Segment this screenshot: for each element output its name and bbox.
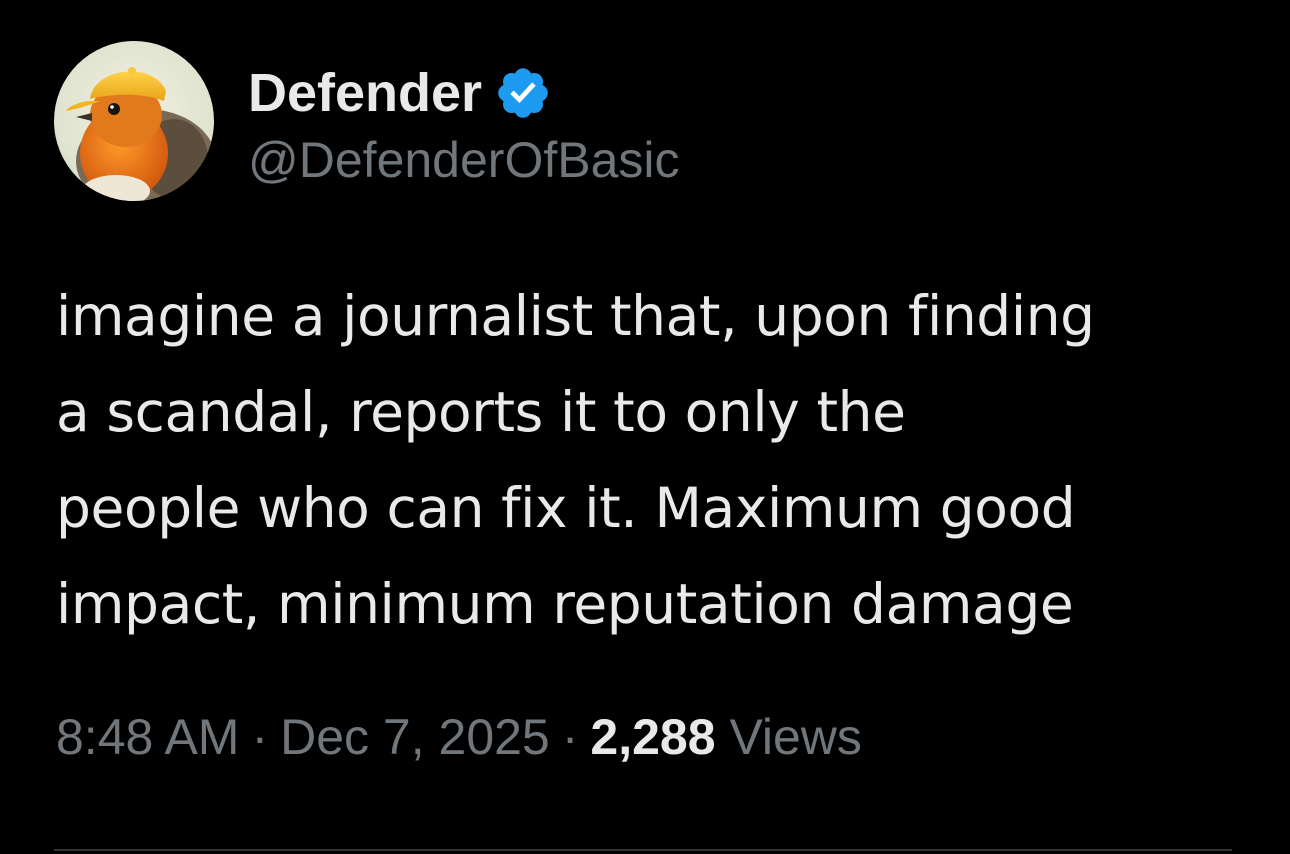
- views-count: 2,288: [590, 709, 716, 765]
- timestamp-time[interactable]: 8:48 AM: [56, 709, 239, 765]
- views-link[interactable]: 2,288 Views: [590, 709, 862, 765]
- tweet-text-line: people who can fix it. Maximum good: [56, 476, 1076, 540]
- meta-separator: ·: [561, 709, 579, 765]
- display-name[interactable]: Defender: [248, 66, 482, 120]
- tweet-header: Defender @DefenderOfBasic: [54, 40, 680, 202]
- display-name-row: Defender: [248, 57, 680, 129]
- tweet-text-line: a scandal, reports it to only the: [56, 380, 906, 444]
- verified-badge-icon[interactable]: [494, 64, 552, 122]
- meta-separator: ·: [251, 709, 269, 765]
- avatar[interactable]: [54, 41, 214, 201]
- tweet-metadata: 8:48 AM · Dec 7, 2025 · 2,288 Views: [56, 712, 862, 762]
- tweet-text: imagine a journalist that, upon finding …: [56, 268, 1256, 652]
- tweet-detail: Defender @DefenderOfBasic imagine a jour…: [0, 0, 1290, 854]
- divider: [54, 849, 1232, 851]
- tweet-text-line: impact, minimum reputation damage: [56, 572, 1074, 636]
- views-label: Views: [729, 709, 862, 765]
- robin-bird-avatar-image: [54, 41, 214, 201]
- timestamp-date[interactable]: Dec 7, 2025: [280, 709, 550, 765]
- author-handle[interactable]: @DefenderOfBasic: [248, 135, 680, 185]
- tweet-text-line: imagine a journalist that, upon finding: [56, 284, 1095, 348]
- author-names: Defender @DefenderOfBasic: [248, 41, 680, 201]
